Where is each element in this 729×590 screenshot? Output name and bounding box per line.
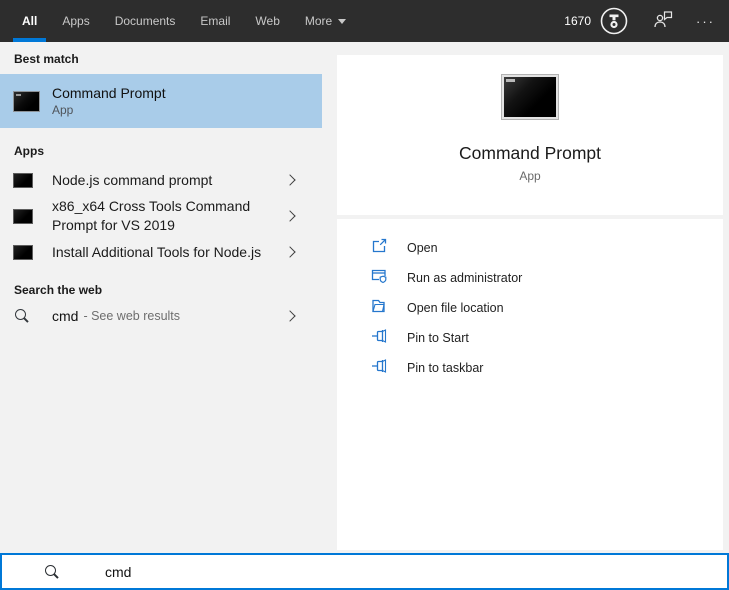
rewards-badge[interactable]: 1670 — [564, 5, 630, 37]
admin-shield-icon — [371, 268, 387, 289]
filter-tabs: All Apps Documents Email Web More — [0, 0, 362, 42]
terminal-icon — [13, 208, 33, 224]
topbar-actions: 1670 ··· — [564, 5, 729, 37]
search-input[interactable] — [105, 563, 605, 580]
taskbar-search-box[interactable] — [0, 553, 729, 590]
result-x86-x64-cross-tools[interactable]: x86_x64 Cross Tools Command Prompt for V… — [0, 197, 322, 235]
terminal-icon — [13, 244, 33, 260]
more-options-button[interactable]: ··· — [696, 14, 719, 29]
tab-documents[interactable]: Documents — [106, 0, 185, 42]
feedback-button[interactable] — [652, 9, 674, 34]
command-prompt-large-icon — [501, 74, 559, 120]
folder-icon — [371, 298, 387, 319]
tab-more-label: More — [304, 14, 333, 28]
pin-icon — [371, 358, 387, 379]
preview-header-card: Command Prompt App — [337, 55, 723, 215]
apps-header: Apps — [14, 144, 44, 158]
pin-icon — [371, 328, 387, 349]
web-suffix: - See web results — [83, 309, 181, 323]
search-web-header: Search the web — [14, 283, 103, 297]
preview-title: Command Prompt — [459, 143, 601, 163]
feedback-icon — [652, 9, 674, 34]
preview-actions-card: Open Run as administrator Open file loca… — [337, 219, 723, 550]
chevron-right-icon[interactable] — [284, 310, 296, 322]
tab-more[interactable]: More — [296, 0, 355, 42]
best-match-header: Best match — [14, 52, 79, 66]
search-icon — [44, 564, 60, 580]
tab-documents-label: Documents — [114, 14, 176, 28]
preview-panel: Command Prompt App Open Run as administr… — [322, 42, 729, 553]
results-panel: Best match Command Prompt App Apps Node.… — [0, 42, 322, 553]
tab-email-label: Email — [200, 14, 231, 28]
result-web-search-cmd[interactable]: cmd - See web results — [0, 299, 322, 333]
result-title: Node.js command prompt — [52, 171, 213, 188]
start-search-window: All Apps Documents Email Web More 1670 ·… — [0, 0, 729, 590]
tab-web[interactable]: Web — [246, 0, 288, 42]
ellipsis-icon: ··· — [696, 13, 715, 29]
terminal-icon — [13, 172, 33, 188]
web-query: cmd — [52, 308, 79, 324]
chevron-right-icon[interactable] — [284, 246, 296, 258]
action-pin-to-taskbar[interactable]: Pin to taskbar — [337, 353, 723, 383]
best-match-title: Command Prompt — [52, 85, 166, 101]
tab-apps[interactable]: Apps — [53, 0, 98, 42]
best-match-text: Command Prompt App — [52, 85, 166, 117]
rewards-points: 1670 — [564, 14, 591, 28]
search-icon — [14, 308, 30, 324]
rewards-medal-icon — [598, 5, 630, 37]
command-prompt-icon — [13, 90, 40, 112]
preview-subtitle: App — [519, 169, 541, 183]
tab-apps-label: Apps — [62, 14, 90, 28]
search-filter-bar: All Apps Documents Email Web More 1670 ·… — [0, 0, 729, 42]
action-label: Pin to Start — [407, 331, 469, 345]
result-install-additional-tools[interactable]: Install Additional Tools for Node.js — [0, 235, 322, 269]
result-title: Install Additional Tools for Node.js — [52, 243, 262, 260]
action-label: Run as administrator — [407, 271, 523, 285]
tab-all[interactable]: All — [13, 0, 47, 42]
result-title: x86_x64 Cross Tools Command Prompt for V… — [52, 198, 251, 233]
best-match-result-command-prompt[interactable]: Command Prompt App — [0, 74, 322, 128]
action-open-file-location[interactable]: Open file location — [337, 293, 723, 323]
action-label: Open — [407, 241, 438, 255]
best-match-subtitle: App — [52, 103, 74, 117]
tab-all-label: All — [22, 14, 38, 28]
action-run-as-administrator[interactable]: Run as administrator — [337, 263, 723, 293]
action-pin-to-start[interactable]: Pin to Start — [337, 323, 723, 353]
open-icon — [371, 238, 387, 259]
action-open[interactable]: Open — [337, 233, 723, 263]
action-label: Pin to taskbar — [407, 361, 484, 375]
chevron-right-icon[interactable] — [284, 210, 296, 222]
tab-email[interactable]: Email — [191, 0, 239, 42]
chevron-down-icon — [338, 18, 347, 24]
tab-web-label: Web — [255, 14, 280, 28]
result-nodejs-command-prompt[interactable]: Node.js command prompt — [0, 163, 322, 197]
action-label: Open file location — [407, 301, 504, 315]
chevron-right-icon[interactable] — [284, 174, 296, 186]
